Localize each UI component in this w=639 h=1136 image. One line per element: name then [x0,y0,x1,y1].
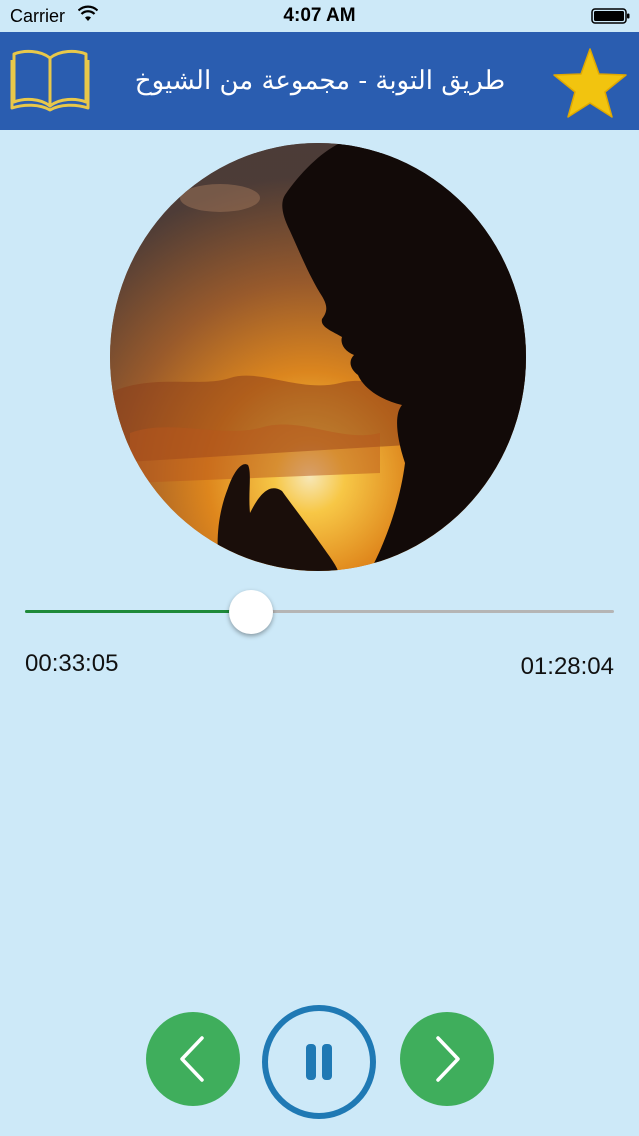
battery-icon [591,8,630,24]
previous-button[interactable] [146,1012,240,1106]
star-icon[interactable] [552,47,628,119]
status-bar: Carrier 4:07 AM [0,0,639,32]
slider-fill [25,610,251,613]
page-title: طريق التوبة - مجموعة من الشيوخ [134,66,506,96]
clock: 4:07 AM [283,5,356,26]
book-icon[interactable] [10,48,90,112]
artwork-image [110,143,526,571]
chevron-right-icon [436,1036,460,1082]
nav-bar: طريق التوبة - مجموعة من الشيوخ [0,32,639,130]
total-duration: 01:28:04 [520,653,614,680]
chevron-left-icon [180,1036,204,1082]
elapsed-time: 00:33:05 [25,650,119,677]
pause-button[interactable] [262,1005,376,1119]
pause-icon [306,1044,332,1080]
slider-thumb[interactable] [228,590,273,634]
next-button[interactable] [400,1012,494,1106]
progress-slider[interactable] [25,585,614,639]
